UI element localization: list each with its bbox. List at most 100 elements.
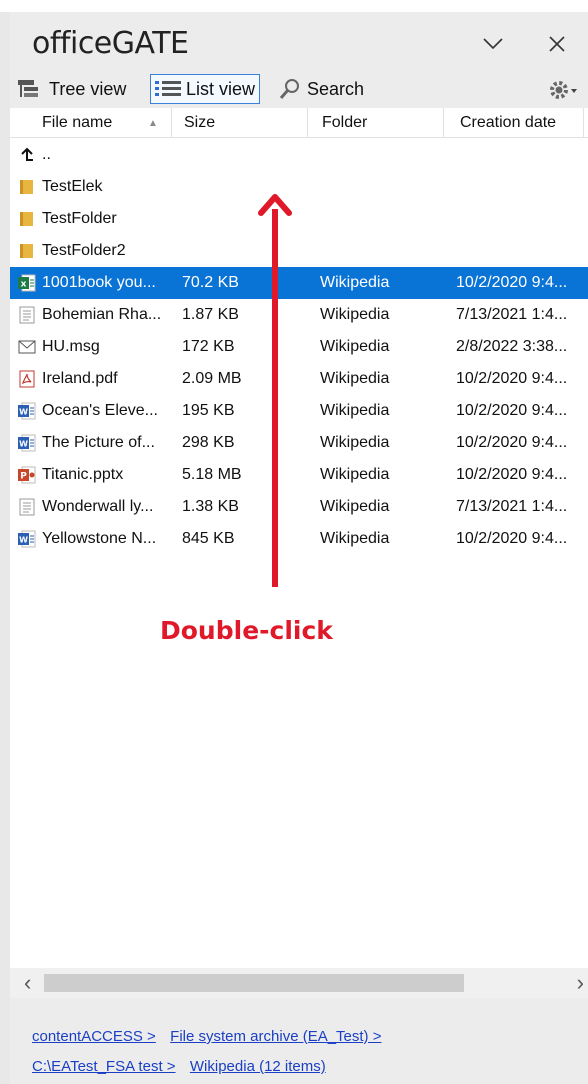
- file-size-cell: 70.2 KB: [182, 274, 239, 291]
- folder-cell: Wikipedia: [320, 498, 390, 515]
- search-label: Search: [307, 78, 365, 99]
- scroll-right-icon[interactable]: ›: [577, 970, 584, 996]
- creation-date-cell: 10/2/2020 9:4...: [456, 530, 568, 547]
- top-strip: [0, 0, 588, 12]
- toolbar: Tree view List view Search: [10, 72, 588, 106]
- scroll-left-icon[interactable]: ‹: [24, 970, 31, 996]
- breadcrumb-contentaccess[interactable]: contentACCESS >: [32, 1028, 156, 1045]
- horizontal-scrollbar[interactable]: ‹ ›: [10, 968, 588, 998]
- creation-date-cell: 2/8/2022 3:38...: [456, 338, 568, 355]
- annotation-arrow-shaft: [272, 209, 278, 587]
- file-name-cell: ..: [42, 146, 51, 163]
- file-name-cell: Ocean's Eleve...: [42, 402, 158, 419]
- annotation-arrow-head-icon: [258, 194, 292, 216]
- file-size-cell: 195 KB: [182, 402, 235, 419]
- search-button[interactable]: Search: [276, 74, 368, 104]
- word-file-icon: W: [18, 530, 36, 548]
- creation-date-cell: 7/13/2021 1:4...: [456, 498, 568, 515]
- annotation-label: Double-click: [160, 616, 333, 645]
- scrollbar-thumb[interactable]: [44, 974, 464, 992]
- folder-icon: [18, 178, 36, 196]
- chevron-down-icon: [483, 38, 503, 50]
- column-header: File name ▲ Size Folder Creation date: [10, 108, 588, 138]
- breadcrumb-file-system-archive[interactable]: File system archive (EA_Test) >: [170, 1028, 381, 1045]
- file-name-cell: TestElek: [42, 178, 103, 195]
- file-size-cell: 172 KB: [182, 338, 235, 355]
- svg-text:x: x: [21, 280, 27, 290]
- folder-cell: Wikipedia: [320, 466, 390, 483]
- title-bar: officeGATE: [10, 12, 588, 72]
- sort-ascending-icon: ▲: [148, 117, 158, 129]
- folder-cell: Wikipedia: [320, 306, 390, 323]
- table-row[interactable]: W Ocean's Eleve... 195 KB Wikipedia 10/2/202…: [10, 395, 588, 427]
- creation-date-cell: 10/2/2020 9:4...: [456, 434, 568, 451]
- file-name-cell: HU.msg: [42, 338, 100, 355]
- powerpoint-file-icon: P: [18, 466, 36, 484]
- table-row[interactable]: W Yellowstone N... 845 KB Wikipedia 10/2/202…: [10, 523, 588, 555]
- collapse-button[interactable]: [478, 30, 508, 58]
- table-row[interactable]: TestElek: [10, 171, 588, 203]
- creation-date-cell: 10/2/2020 9:4...: [456, 466, 568, 483]
- svg-text:W: W: [19, 408, 28, 417]
- column-size[interactable]: Size: [172, 108, 308, 138]
- file-list: File name ▲ Size Folder Creation date ..…: [10, 108, 588, 968]
- table-row[interactable]: Bohemian Rha... 1.87 KB Wikipedia 7/13/2021…: [10, 299, 588, 331]
- list-view-label: List view: [186, 78, 256, 99]
- table-row[interactable]: x 1001book you... 70.2 KB Wikipedia 10/2/202…: [10, 267, 588, 299]
- table-row[interactable]: HU.msg 172 KB Wikipedia 2/8/2022 3:38...: [10, 331, 588, 363]
- folder-cell: Wikipedia: [320, 434, 390, 451]
- list-view-icon: [155, 79, 181, 99]
- file-size-cell: 1.38 KB: [182, 498, 239, 515]
- breadcrumb: contentACCESS > File system archive (EA_…: [32, 1022, 381, 1082]
- table-row[interactable]: TestFolder2: [10, 235, 588, 267]
- table-row[interactable]: Wonderwall ly... 1.38 KB Wikipedia 7/13/202…: [10, 491, 588, 523]
- officegate-panel: officeGATE Tree view List view Search Fi…: [10, 12, 588, 1084]
- list-view-button[interactable]: List view: [150, 74, 261, 104]
- folder-icon: [18, 242, 36, 260]
- file-size-cell: 298 KB: [182, 434, 235, 451]
- folder-cell: Wikipedia: [320, 530, 390, 547]
- up-arrow-icon: [18, 146, 36, 164]
- file-name-cell: The Picture of...: [42, 434, 155, 451]
- settings-button[interactable]: [546, 76, 580, 104]
- folder-icon: [18, 210, 36, 228]
- folder-cell: Wikipedia: [320, 402, 390, 419]
- tree-view-button[interactable]: Tree view: [14, 74, 130, 104]
- text-file-icon: [18, 498, 36, 516]
- app-title: officeGATE: [32, 26, 189, 61]
- tree-view-icon: [18, 79, 44, 99]
- column-folder[interactable]: Folder: [308, 108, 444, 138]
- svg-text:W: W: [19, 536, 28, 545]
- word-file-icon: W: [18, 402, 36, 420]
- table-row[interactable]: P Titanic.pptx 5.18 MB Wikipedia 10/2/2020 9…: [10, 459, 588, 491]
- file-name-cell: Titanic.pptx: [42, 466, 124, 483]
- column-creation-date[interactable]: Creation date: [444, 108, 584, 138]
- word-file-icon: W: [18, 434, 36, 452]
- folder-cell: Wikipedia: [320, 338, 390, 355]
- creation-date-cell: 10/2/2020 9:4...: [456, 402, 568, 419]
- search-icon: [280, 78, 302, 100]
- gear-icon: [550, 81, 577, 99]
- table-row[interactable]: ..: [10, 139, 588, 171]
- breadcrumb-wikipedia[interactable]: Wikipedia (12 items): [190, 1058, 326, 1075]
- folder-cell: Wikipedia: [320, 370, 390, 387]
- file-size-cell: 2.09 MB: [182, 370, 242, 387]
- creation-date-cell: 10/2/2020 9:4...: [456, 274, 568, 291]
- close-button[interactable]: [542, 30, 572, 58]
- table-row[interactable]: W The Picture of... 298 KB Wikipedia 10/2/20…: [10, 427, 588, 459]
- file-size-cell: 845 KB: [182, 530, 235, 547]
- file-name-cell: 1001book you...: [42, 274, 156, 291]
- svg-text:W: W: [19, 440, 28, 449]
- table-row[interactable]: TestFolder: [10, 203, 588, 235]
- mail-file-icon: [18, 338, 36, 356]
- table-row[interactable]: Ireland.pdf 2.09 MB Wikipedia 10/2/2020 9:4…: [10, 363, 588, 395]
- creation-date-cell: 10/2/2020 9:4...: [456, 370, 568, 387]
- breadcrumb-eatest-fsa[interactable]: C:\EATest_FSA test >: [32, 1058, 176, 1075]
- pdf-file-icon: [18, 370, 36, 388]
- file-name-cell: Yellowstone N...: [42, 530, 157, 547]
- text-file-icon: [18, 306, 36, 324]
- creation-date-cell: 7/13/2021 1:4...: [456, 306, 568, 323]
- close-icon: [549, 36, 565, 52]
- file-name-cell: TestFolder2: [42, 242, 126, 259]
- tree-view-label: Tree view: [49, 78, 127, 99]
